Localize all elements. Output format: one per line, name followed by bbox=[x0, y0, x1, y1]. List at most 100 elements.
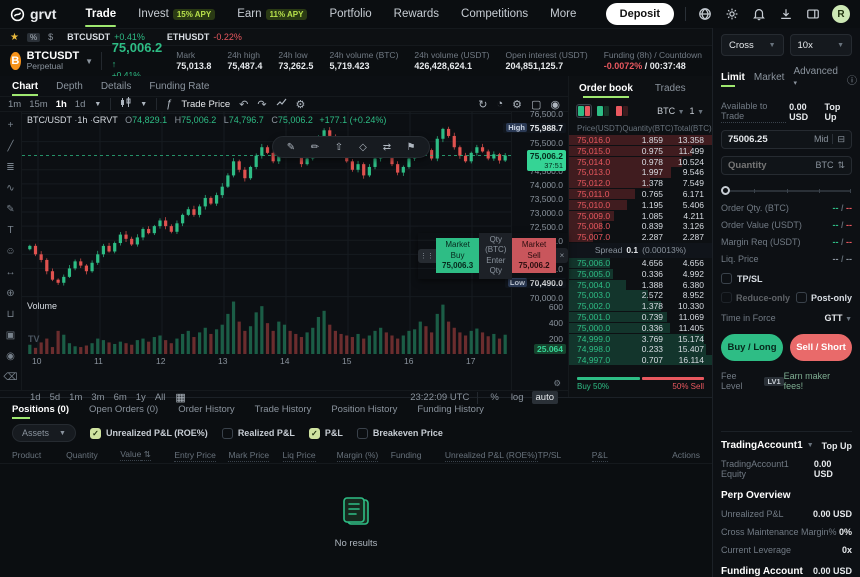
tpsl-checkbox[interactable] bbox=[721, 273, 732, 284]
bid-row[interactable]: 75,001.00.73911.069 bbox=[569, 312, 712, 323]
chevron-down-icon[interactable]: ▼ bbox=[85, 57, 93, 66]
eye-tool-icon[interactable]: ◉ bbox=[3, 349, 19, 363]
volume-chart[interactable] bbox=[22, 298, 511, 354]
market-buy-button[interactable]: Market Buy75,006.3 bbox=[436, 238, 479, 273]
favorites-star-icon[interactable]: ★ bbox=[10, 32, 19, 43]
ask-row[interactable]: 75,010.01.1955.406 bbox=[569, 200, 712, 211]
tab-funding-rate[interactable]: Funding Rate bbox=[149, 76, 209, 96]
book-mode-both-icon[interactable] bbox=[577, 105, 591, 117]
tab-open-orders-0[interactable]: Open Orders (0) bbox=[89, 398, 158, 420]
assets-select[interactable]: Assets▼ bbox=[12, 424, 76, 442]
magnet-tool-icon[interactable]: ⊔ bbox=[3, 307, 19, 321]
bid-row[interactable]: 74,998.00.23315.407 bbox=[569, 344, 712, 355]
book-mode-bids-icon[interactable] bbox=[596, 105, 610, 117]
checkbox[interactable]: ✓ bbox=[309, 428, 320, 439]
emoji-tool-icon[interactable]: ☺ bbox=[3, 244, 19, 258]
info-icon[interactable]: ⓘ bbox=[847, 72, 857, 87]
widget-drag-handle[interactable]: ⋮⋮ bbox=[418, 249, 436, 263]
interval-1d[interactable]: 1d bbox=[75, 99, 86, 110]
widget-qty-field[interactable]: Qty (BTC)Enter Qty bbox=[479, 233, 512, 279]
zoom-tool-icon[interactable]: ⊕ bbox=[3, 286, 19, 300]
order-type-market[interactable]: Market bbox=[754, 72, 785, 87]
chart-plot[interactable]: BTC/USDT ·1h ·GRVT O74,829.1 H75,006.2 L… bbox=[22, 112, 511, 390]
filter-realized-p-l[interactable]: Realized P&L bbox=[222, 428, 295, 439]
compare-icon[interactable] bbox=[276, 97, 287, 111]
account-name[interactable]: TradingAccount1 bbox=[721, 440, 803, 451]
bid-row[interactable]: 74,997.00.70716.114 bbox=[569, 355, 712, 366]
nav-item-portfolio[interactable]: Portfolio bbox=[318, 0, 382, 28]
indicator-label[interactable]: Trade Price bbox=[181, 99, 230, 110]
checkbox[interactable]: ✓ bbox=[90, 428, 101, 439]
ask-row[interactable]: 75,009.01.0854.211 bbox=[569, 211, 712, 222]
indicators-icon[interactable]: ƒ bbox=[166, 98, 172, 110]
bid-row[interactable]: 75,002.01.37810.330 bbox=[569, 301, 712, 312]
nav-item-rewards[interactable]: Rewards bbox=[383, 0, 450, 28]
top-up-link[interactable]: Top Up bbox=[825, 102, 852, 122]
qty-unit[interactable]: BTC bbox=[815, 160, 833, 170]
margin-mode-select[interactable]: Cross▼ bbox=[721, 34, 784, 56]
reduce-only-checkbox[interactable] bbox=[721, 292, 732, 303]
filter-p-l[interactable]: ✓P&L bbox=[309, 428, 343, 439]
tab-details[interactable]: Details bbox=[101, 76, 132, 96]
percent-toggle[interactable]: % bbox=[27, 33, 40, 42]
bell-icon[interactable] bbox=[751, 6, 767, 22]
arrow-up-icon[interactable]: ⇧ bbox=[331, 140, 347, 154]
leverage-select[interactable]: 10x▼ bbox=[790, 34, 853, 56]
nav-item-earn[interactable]: Earn11% APY bbox=[226, 0, 318, 28]
market-sell-button[interactable]: Market Sell75,006.2 bbox=[512, 238, 555, 273]
tab-order-history[interactable]: Order History bbox=[178, 398, 234, 420]
trash-icon[interactable]: ⌫ bbox=[3, 370, 19, 384]
ask-row[interactable]: 75,015.00.97511.499 bbox=[569, 146, 712, 157]
brush-tool-icon[interactable]: ✎ bbox=[3, 202, 19, 216]
currency-toggle[interactable]: $ bbox=[48, 32, 53, 42]
tick-size-select[interactable]: 1 ▼ bbox=[690, 106, 704, 116]
fib-tool-icon[interactable]: ≣ bbox=[3, 160, 19, 174]
interval-1m[interactable]: 1m bbox=[8, 99, 21, 110]
tab-trade-history[interactable]: Trade History bbox=[255, 398, 312, 420]
swap-icon[interactable]: ⇄ bbox=[379, 140, 395, 154]
filter-breakeven-price[interactable]: Breakeven Price bbox=[357, 428, 443, 439]
column-value[interactable]: Value ⇅ bbox=[120, 449, 174, 460]
bid-row[interactable]: 74,999.03.76915.174 bbox=[569, 334, 712, 345]
ask-row[interactable]: 75,008.00.8393.126 bbox=[569, 221, 712, 232]
maker-fees-link[interactable]: Earn maker fees! bbox=[784, 371, 852, 391]
ask-row[interactable]: 75,013.01.9979.546 bbox=[569, 167, 712, 178]
tab-depth[interactable]: Depth bbox=[56, 76, 83, 96]
tab-trades[interactable]: Trades bbox=[655, 76, 686, 100]
pattern-tool-icon[interactable]: ∿ bbox=[3, 181, 19, 195]
tab-positions-0[interactable]: Positions (0) bbox=[12, 398, 69, 420]
sell-short-button[interactable]: Sell / Short bbox=[790, 334, 852, 361]
watch-pair-ethusdt[interactable]: ETHUSDT-0.22% bbox=[167, 32, 242, 42]
mid-button[interactable]: Mid bbox=[814, 134, 829, 144]
globe-icon[interactable] bbox=[697, 6, 713, 22]
settings-icon[interactable]: ⚙ bbox=[512, 98, 522, 111]
bid-row[interactable]: 75,003.02.5728.952 bbox=[569, 290, 712, 301]
symbol-selector[interactable]: BTCUSDT Perpetual bbox=[27, 50, 80, 72]
trendline-tool-icon[interactable]: ╱ bbox=[3, 139, 19, 153]
bid-row[interactable]: 75,005.00.3364.992 bbox=[569, 269, 712, 280]
download-icon[interactable] bbox=[778, 6, 794, 22]
slider-knob[interactable] bbox=[721, 186, 730, 195]
interval-1h[interactable]: 1h bbox=[56, 99, 67, 110]
flag-icon[interactable]: ⚑ bbox=[403, 140, 419, 154]
ask-row[interactable]: 75,014.00.97810.524 bbox=[569, 157, 712, 168]
account-top-up-link[interactable]: Top Up bbox=[822, 441, 852, 451]
shape-icon[interactable]: ◇ bbox=[355, 140, 371, 154]
interval-15m[interactable]: 15m bbox=[29, 99, 47, 110]
quantity-input[interactable] bbox=[728, 160, 811, 171]
replay-icon[interactable]: ◔ bbox=[496, 98, 503, 111]
nav-item-competitions[interactable]: Competitions bbox=[450, 0, 539, 28]
measure-tool-icon[interactable]: ↔ bbox=[3, 265, 19, 279]
ask-row[interactable]: 75,011.00.7656.171 bbox=[569, 189, 712, 200]
avatar[interactable]: R bbox=[832, 5, 850, 23]
floating-draw-toolbar[interactable]: ✎✏⇧◇⇄⚑ bbox=[272, 136, 430, 158]
order-type-limit[interactable]: Limit bbox=[721, 72, 745, 87]
marker-icon[interactable]: ✏ bbox=[307, 140, 323, 154]
nav-item-invest[interactable]: Invest15% APY bbox=[127, 0, 226, 28]
grvt-logo[interactable]: grvt bbox=[10, 6, 56, 22]
bid-row[interactable]: 75,006.04.6564.656 bbox=[569, 258, 712, 269]
nav-item-more[interactable]: More bbox=[539, 0, 587, 28]
chart-settings-icon[interactable]: ⚙ bbox=[296, 98, 306, 111]
account-chevron-icon[interactable]: ▼ bbox=[807, 442, 814, 449]
axis-settings-icon[interactable]: ⚙ bbox=[553, 378, 561, 389]
